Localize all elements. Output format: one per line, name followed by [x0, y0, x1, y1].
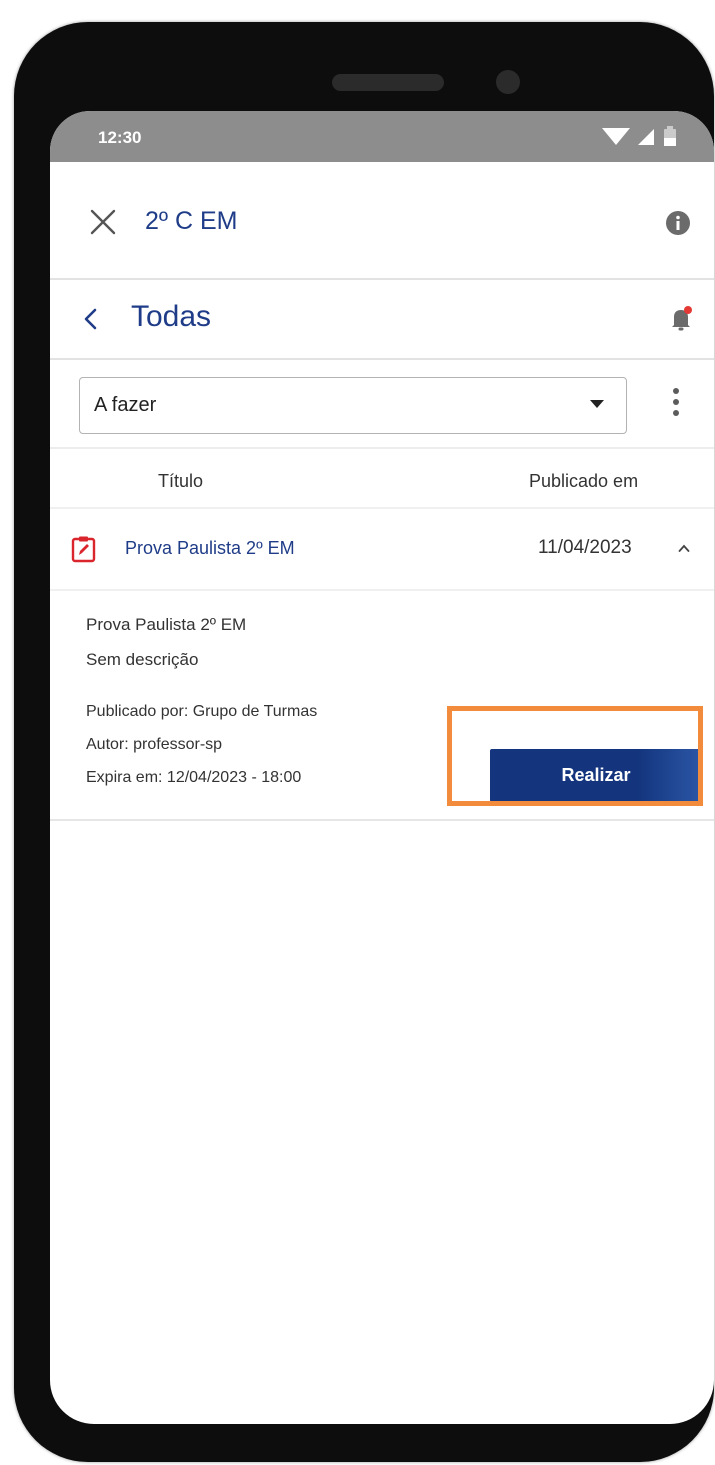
info-icon	[666, 211, 690, 235]
table-header: Título Publicado em	[50, 447, 714, 509]
column-header-title: Título	[158, 471, 204, 491]
status-icons	[600, 125, 692, 147]
caret-down-icon	[590, 400, 604, 408]
volume-button	[14, 260, 40, 450]
page-title: Todas	[131, 300, 212, 333]
more-options-button[interactable]	[664, 383, 688, 427]
filter-selected-value: A fazer	[94, 394, 157, 416]
app-bar: 2º C EM	[50, 162, 714, 280]
front-camera	[496, 70, 520, 94]
detail-description: Sem descrição	[86, 650, 199, 669]
status-time: 12:30	[98, 128, 142, 147]
section-header: Todas	[50, 280, 714, 360]
status-filter-select[interactable]: A fazer	[79, 377, 627, 434]
wifi-icon	[602, 128, 630, 145]
back-button[interactable]	[80, 306, 102, 332]
column-header-published: Publicado em	[529, 471, 639, 491]
table-row[interactable]: Prova Paulista 2º EM 11/04/2023	[50, 507, 714, 591]
info-button[interactable]	[665, 210, 691, 236]
chevron-left-icon	[84, 308, 97, 330]
detail-author: Autor: professor-sp	[86, 736, 223, 753]
status-bar: 12:30	[50, 111, 714, 162]
class-title: 2º C EM	[145, 207, 238, 235]
notifications-button[interactable]	[667, 304, 695, 334]
row-title: Prova Paulista 2º EM	[125, 538, 295, 558]
assignment-edit-icon	[71, 536, 96, 563]
detail-published-by: Publicado por: Grupo de Turmas	[86, 703, 318, 720]
bell-icon	[672, 306, 692, 331]
more-vert-icon	[673, 388, 679, 394]
battery-icon	[664, 126, 676, 146]
row-date: 11/04/2023	[538, 537, 632, 558]
close-icon	[90, 209, 116, 235]
power-button	[14, 542, 40, 642]
close-button[interactable]	[88, 207, 118, 237]
signal-icon	[638, 129, 654, 145]
detail-expires: Expira em: 12/04/2023 - 18:00	[86, 769, 302, 786]
phone-speaker	[332, 74, 444, 91]
chevron-up-icon[interactable]	[678, 544, 690, 552]
detail-name: Prova Paulista 2º EM	[86, 615, 247, 634]
highlight-box	[447, 706, 703, 806]
